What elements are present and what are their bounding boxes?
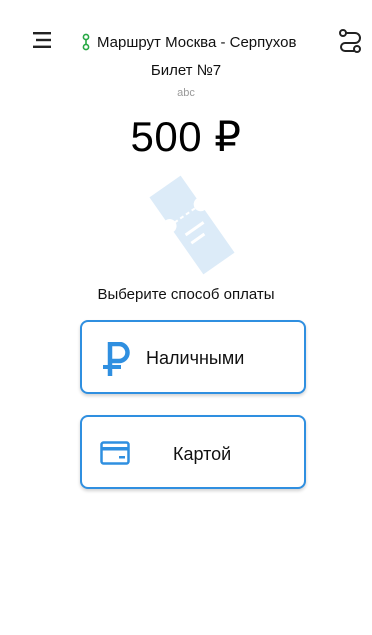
pay-cash-label: Наличными [146, 348, 245, 368]
ticket-title: Билет №7 [150, 62, 222, 79]
route-header: Маршрут Москва - Серпухов [79, 32, 296, 52]
route-pin-icon [82, 33, 90, 51]
menu-button[interactable] [30, 28, 54, 52]
route-switch-icon [339, 29, 361, 53]
ticket-subtitle: abc [177, 87, 195, 99]
route-switch-button[interactable] [337, 27, 363, 55]
credit-card-icon [100, 441, 130, 465]
pay-card-label: Картой [173, 444, 232, 464]
menu-icon [33, 32, 51, 48]
route-title: Маршрут Москва - Серпухов [97, 33, 297, 51]
ruble-icon [103, 342, 130, 376]
pay-card-button[interactable]: Картой [80, 415, 306, 489]
pay-cash-button[interactable]: Наличными [80, 320, 306, 394]
ticket-price: 500 ₽ [130, 113, 242, 160]
ticket-icon [149, 175, 235, 275]
payment-prompt: Выберите способ оплаты [97, 286, 275, 303]
